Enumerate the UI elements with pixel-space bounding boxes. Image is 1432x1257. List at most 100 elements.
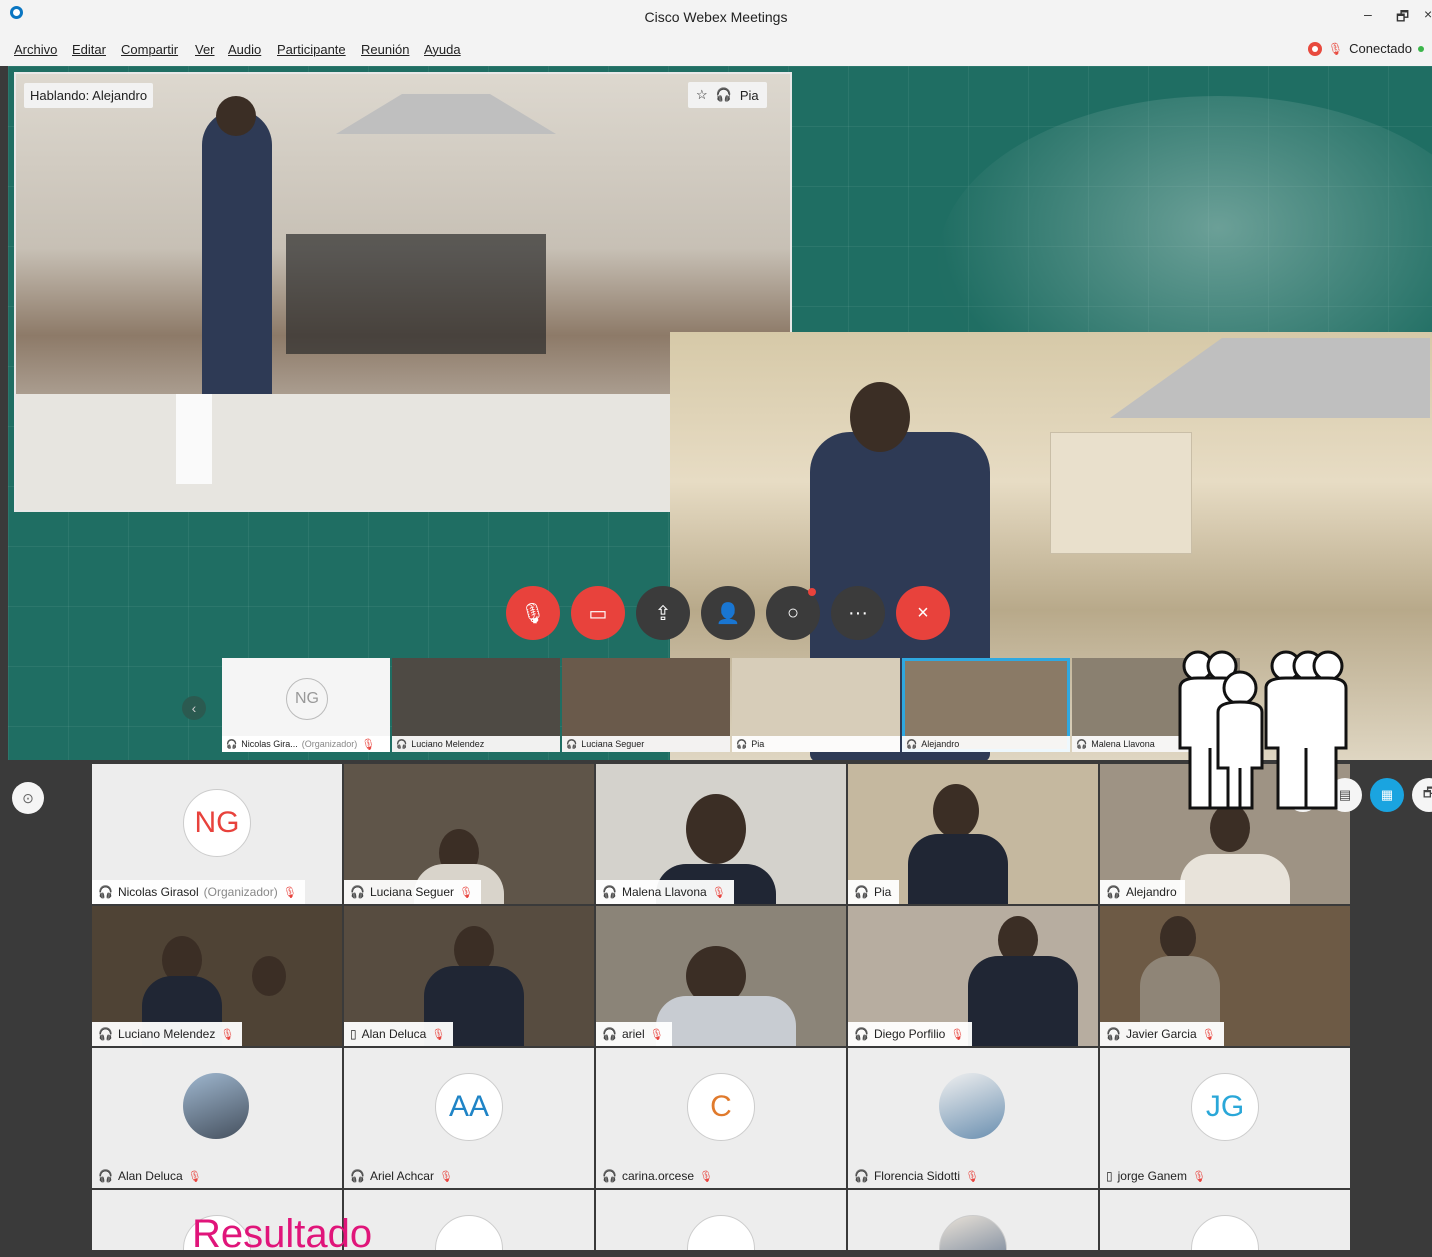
menu-audio[interactable]: Audio [228,42,261,57]
participant-tile[interactable]: C 🎧 carina.orcese 🎙 [596,1048,846,1188]
participant-name: Alan Deluca [361,1027,427,1041]
avatar: AA [435,1073,503,1141]
speaking-indicator: Hablando: Alejandro [24,83,154,108]
mic-muted-icon: 🎙 [1191,1170,1206,1183]
menu-ver[interactable]: Ver [195,42,215,57]
avatar: NG [286,678,328,720]
headset-icon: 🎧 [98,1169,113,1183]
avatar: JG [1191,1073,1259,1141]
menu-compartir[interactable]: Compartir [121,42,178,57]
avatar [435,1215,503,1250]
participant-tile[interactable] [596,1190,846,1250]
share-button[interactable]: ⇪ [636,586,690,640]
minimize-button[interactable]: – [1364,6,1372,22]
headset-icon: 🎧 [602,1169,617,1183]
participant-tile[interactable]: 🎧 Luciano Melendez 🎙 [92,906,342,1046]
pin-icon[interactable]: ☆ [696,87,708,103]
avatar [687,1215,755,1250]
chat-button[interactable]: ○ [766,586,820,640]
popout-icon: 🗗 [1422,785,1432,800]
headset-icon: 🎧 [715,87,732,102]
mic-muted-icon: 🎙 [459,886,473,899]
window-title: Cisco Webex Meetings [644,9,788,25]
avatar [939,1215,1007,1250]
participant-tile[interactable]: JG ▯ jorge Ganem 🎙 [1100,1048,1350,1188]
filmstrip-prev-button[interactable]: ‹ [182,696,206,720]
close-button[interactable]: × [1424,6,1432,22]
pinned-name: Pia [739,87,759,103]
menu-ayuda[interactable]: Ayuda [424,42,461,57]
avatar [939,1073,1005,1139]
connection-status: 🎙 Conectado [1307,41,1424,56]
headset-icon: 🎧 [1106,1027,1121,1041]
menu-bar: Archivo Editar Compartir Ver Audio Parti… [0,36,1432,66]
participant-name: Alejandro [921,739,960,749]
headset-icon: 🎧 [98,1027,113,1041]
filmstrip-tile[interactable]: 🎧 Pia [732,658,900,752]
info-button[interactable]: ⊙ [12,782,44,814]
overlay-caption: Resultado [192,1212,373,1256]
headset-icon: 🎧 [854,1169,869,1183]
participant-tile[interactable]: AA 🎧 Ariel Achcar 🎙 [344,1048,594,1188]
mic-muted-icon: 🎙 [950,1028,965,1041]
grid-view-button[interactable]: ▦ [1370,778,1404,812]
chat-notification-dot [808,588,816,596]
phone-icon: ▯ [350,1027,357,1041]
camera-off-icon: ▭ [588,602,608,625]
participant-name: Malena Llavona [1091,739,1155,749]
leave-button[interactable]: × [896,586,950,640]
filmstrip-tile[interactable]: 🎧 Luciana Seguer [562,658,730,752]
filmstrip-tile[interactable]: 🎧 Luciano Melendez [392,658,560,752]
participant-name: Ariel Achcar [369,1169,434,1183]
more-button[interactable]: ··· [831,586,885,640]
headset-icon: 🎧 [350,1169,365,1183]
mic-muted-icon: 🎙 [1327,41,1344,56]
menu-participante[interactable]: Participante [277,42,346,57]
headset-icon: 🎧 [854,885,869,899]
connected-dot-icon [1418,45,1424,52]
menu-archivo[interactable]: Archivo [14,42,57,57]
mute-button[interactable]: 🎙 [506,586,560,640]
people-group-icon [1178,650,1348,810]
video-button[interactable]: ▭ [571,586,625,640]
pinned-video-label: ☆ 🎧 Pia [688,82,767,108]
participant-tile[interactable]: NG 🎧 Nicolas Girasol (Organizador) 🎙 [92,764,342,904]
filmstrip-tile[interactable]: 🎧 Alejandro [902,658,1070,752]
participant-tile[interactable]: 🎧 Pia [848,764,1098,904]
participant-tile[interactable]: 🎧 ariel 🎙 [596,906,846,1046]
headset-icon: 🎧 [98,885,113,899]
headset-icon: 🎧 [736,738,748,749]
filmstrip-tile[interactable]: NG 🎧 Nicolas Gira... (Organizador) 🎙 [222,658,390,752]
mic-muted-icon: 🎙 [220,1028,235,1041]
mic-muted-icon: 🎙 [282,886,297,899]
avatar: C [687,1073,755,1141]
connection-label: Conectado [1349,41,1412,56]
participant-tile[interactable]: 🎧 Luciana Seguer 🎙 [344,764,594,904]
menu-editar[interactable]: Editar [72,42,106,57]
restore-button[interactable]: 🗗 [1396,6,1409,30]
participant-name: Nicolas Gira... [241,739,298,749]
participant-tile[interactable]: 🎧 Florencia Sidotti 🎙 [848,1048,1098,1188]
participants-button[interactable]: 👤 [701,586,755,640]
participant-tile[interactable]: 🎧 Diego Porfilio 🎙 [848,906,1098,1046]
record-icon[interactable] [1307,41,1322,56]
menu-reunion[interactable]: Reunión [361,42,409,57]
popout-button[interactable]: 🗗 [1412,778,1432,812]
participant-tile[interactable] [848,1190,1098,1250]
participant-tile[interactable]: 🎧 Alan Deluca 🎙 [92,1048,342,1188]
participant-tile[interactable] [1100,1190,1350,1250]
close-icon: × [917,601,929,624]
participant-tile[interactable] [344,1190,594,1250]
participant-name: Diego Porfilio [873,1027,946,1041]
participant-name: Pia [873,885,892,899]
participant-tile[interactable]: 🎧 Malena Llavona 🎙 [596,764,846,904]
headset-icon: 🎧 [906,738,918,749]
participant-name: Nicolas Girasol [117,885,199,899]
participant-role: (Organizador) [203,885,278,899]
participant-name: Malena Llavona [621,885,707,899]
participants-icon: 👤 [715,602,741,625]
participant-tile[interactable]: 🎧 Javier Garcia 🎙 [1100,906,1350,1046]
participant-name: jorge Ganem [1117,1169,1187,1183]
participant-tile[interactable]: ▯ Alan Deluca 🎙 [344,906,594,1046]
mic-muted-icon: 🎙 [699,1170,713,1183]
